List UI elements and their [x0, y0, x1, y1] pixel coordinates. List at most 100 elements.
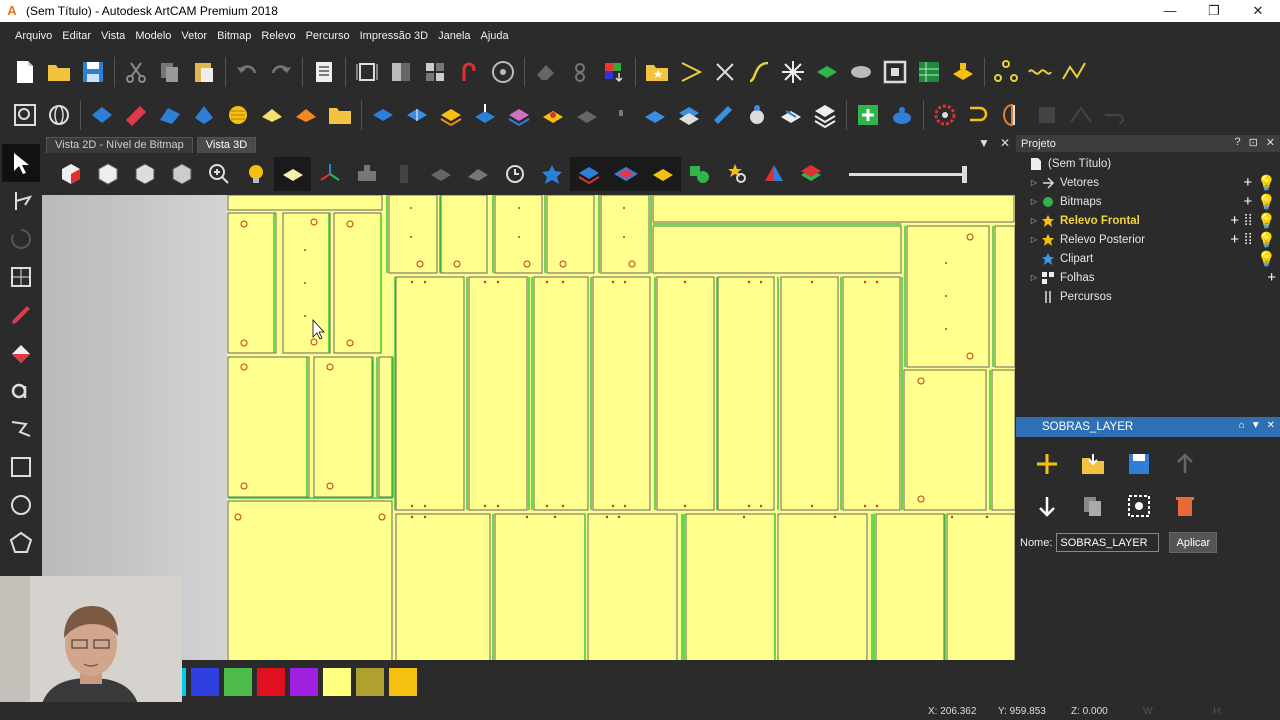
copy-icon[interactable] [153, 55, 187, 89]
menu-vista[interactable]: Vista [96, 30, 130, 42]
tool-path-icon[interactable] [962, 98, 996, 132]
expand-arrow-icon[interactable]: ▷ [1028, 216, 1040, 225]
expand-arrow-icon[interactable]: ▷ [1028, 178, 1040, 187]
eraser-icon[interactable] [529, 55, 563, 89]
layer-tilt-icon[interactable] [638, 98, 672, 132]
color-swatch-cyan[interactable] [182, 668, 186, 696]
add-green-icon[interactable] [851, 98, 885, 132]
save-icon[interactable] [76, 55, 110, 89]
layer-name-input[interactable] [1056, 533, 1160, 552]
clock-icon[interactable] [496, 157, 533, 191]
expand-arrow-icon[interactable]: ▷ [1028, 235, 1040, 244]
pin-icon[interactable]: ⊡ [1249, 136, 1258, 149]
gray-wedge-icon[interactable] [459, 157, 496, 191]
orbit-icon[interactable] [42, 98, 76, 132]
apply-button[interactable]: Aplicar [1169, 532, 1218, 553]
palette-icon[interactable] [597, 55, 631, 89]
tree-item-relevo-posterior[interactable]: ▷ Relevo Posterior + ⁞⁞ 💡 [1016, 230, 1280, 249]
tree-item-actions[interactable]: + ⁞⁞ 💡 [1230, 212, 1276, 230]
gray-block-icon[interactable] [422, 157, 459, 191]
circle-tool-icon[interactable] [2, 486, 40, 524]
relief-spin-icon[interactable] [187, 98, 221, 132]
menu-impressao-3d[interactable]: Impressão 3D [355, 30, 433, 42]
close-window-button[interactable]: ✕ [1236, 0, 1280, 22]
rectangle-tool-icon[interactable] [2, 448, 40, 486]
draw-pencil-icon[interactable] [2, 296, 40, 334]
measure-icon[interactable] [2, 258, 40, 296]
color-swatch-olive[interactable] [356, 668, 384, 696]
polyline-tool-icon[interactable] [2, 410, 40, 448]
menu-vetor[interactable]: Vetor [176, 30, 212, 42]
relief-extrude-icon[interactable] [119, 98, 153, 132]
split-view-icon[interactable] [384, 55, 418, 89]
layer-gray-icon[interactable] [570, 98, 604, 132]
star-search-icon[interactable] [718, 157, 755, 191]
menu-ajuda[interactable]: Ajuda [476, 30, 514, 42]
combine-subtract-icon[interactable] [400, 98, 434, 132]
copy-layer-icon[interactable] [1070, 485, 1116, 527]
rotate-icon[interactable] [2, 220, 40, 258]
snap-icon[interactable] [486, 55, 520, 89]
blue-pot-icon[interactable] [885, 98, 919, 132]
color-swatch-blue[interactable] [191, 668, 219, 696]
small-dot-icon[interactable] [604, 98, 638, 132]
transparency-slider[interactable] [849, 165, 967, 183]
disabled-square-icon[interactable] [1030, 98, 1064, 132]
zoom-screen-icon[interactable] [8, 98, 42, 132]
star-burst-icon[interactable] [776, 55, 810, 89]
help-icon[interactable]: ? [1234, 136, 1240, 149]
node-edit-icon[interactable] [2, 182, 40, 220]
relief-sweep-icon[interactable] [153, 98, 187, 132]
move-down-icon[interactable] [1024, 485, 1070, 527]
curve-icon[interactable] [742, 55, 776, 89]
gear-red-icon[interactable] [928, 98, 962, 132]
cube-side-icon[interactable] [163, 157, 200, 191]
cube-front-icon[interactable] [126, 157, 163, 191]
relief-star-folder-icon[interactable] [323, 98, 357, 132]
menu-arquivo[interactable]: Arquivo [10, 30, 57, 42]
grid-icon[interactable] [418, 55, 452, 89]
tree-item-vetores[interactable]: ▷ Vetores + 💡 [1016, 173, 1280, 192]
save-layer-icon[interactable] [1116, 443, 1162, 485]
layer-stack-icon[interactable] [434, 98, 468, 132]
disabled-path-icon[interactable] [1098, 98, 1132, 132]
expand-arrow-icon[interactable]: ▷ [1028, 197, 1040, 206]
link-icon[interactable] [563, 55, 597, 89]
move-up-icon[interactable] [1162, 443, 1208, 485]
magnet-icon[interactable] [452, 55, 486, 89]
layer-pin-icon[interactable] [536, 98, 570, 132]
layer-pink-icon[interactable] [502, 98, 536, 132]
undo-icon[interactable] [230, 55, 264, 89]
tabs-dropdown-icon[interactable]: ▼ [978, 136, 990, 150]
rainbow-layer-icon[interactable] [792, 157, 829, 191]
document-list-icon[interactable] [307, 55, 341, 89]
home-icon[interactable]: ⌂ [1239, 420, 1245, 431]
frame-icon[interactable] [878, 55, 912, 89]
close-view-icon[interactable]: ✕ [1000, 136, 1010, 150]
relief-shape-icon[interactable] [85, 98, 119, 132]
expand-arrow-icon[interactable]: ▷ [1028, 273, 1040, 282]
blue-layer-icon[interactable] [570, 157, 607, 191]
tree-item-actions[interactable]: + 💡 [1244, 193, 1276, 211]
select-layer-icon[interactable] [1116, 485, 1162, 527]
gold-layer-icon[interactable] [946, 55, 980, 89]
relief-plane-icon[interactable] [255, 98, 289, 132]
tree-item-relevo-frontal[interactable]: ▷ Relevo Frontal + ⁞⁞ 💡 [1016, 211, 1280, 230]
axes-icon[interactable] [311, 157, 348, 191]
color-swatch-purple[interactable] [290, 668, 318, 696]
paste-icon[interactable] [187, 55, 221, 89]
material-plane-icon[interactable] [274, 157, 311, 191]
slider-thumb[interactable] [962, 165, 967, 183]
close-layer-panel-icon[interactable]: ✕ [1267, 420, 1275, 431]
node-points-icon[interactable] [989, 55, 1023, 89]
menu-percurso[interactable]: Percurso [301, 30, 355, 42]
relief-texture-icon[interactable] [289, 98, 323, 132]
gold-plane-icon[interactable] [644, 157, 681, 191]
menu-modelo[interactable]: Modelo [130, 30, 176, 42]
color-swatch-light-yellow[interactable] [323, 668, 351, 696]
cube-red-icon[interactable] [52, 157, 89, 191]
menu-relevo[interactable]: Relevo [256, 30, 300, 42]
cube-top-icon[interactable] [89, 157, 126, 191]
menu-janela[interactable]: Janela [433, 30, 475, 42]
maximize-button[interactable]: ❐ [1192, 0, 1236, 22]
